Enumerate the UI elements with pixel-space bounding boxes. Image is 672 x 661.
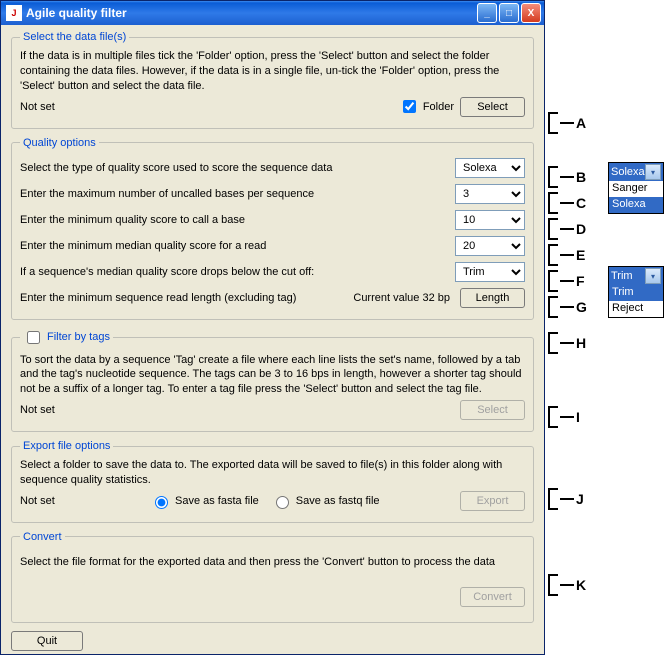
window-title: Agile quality filter <box>26 6 475 20</box>
minimize-button[interactable]: _ <box>477 3 497 23</box>
folder-checkbox[interactable] <box>403 100 416 113</box>
quality-type-label: Select the type of quality score used to… <box>20 162 455 174</box>
annotation-K: K <box>548 574 586 596</box>
length-label: Enter the minimum sequence read length (… <box>20 292 353 304</box>
median-label: Enter the minimum median quality score f… <box>20 240 455 252</box>
median-select[interactable]: 20 <box>455 236 525 256</box>
filter-tags-group: Filter by tags To sort the data by a seq… <box>11 328 534 433</box>
convert-button: Convert <box>460 587 525 607</box>
select-data-legend: Select the data file(s) <box>20 31 129 43</box>
minq-select[interactable]: 10 <box>455 210 525 230</box>
titlebar: J Agile quality filter _ □ X <box>1 1 544 25</box>
annotation-D: D <box>548 218 586 240</box>
popup-cutoff-option-reject[interactable]: Reject <box>609 301 663 317</box>
annotation-G: G <box>548 296 587 318</box>
folder-checkbox-label[interactable]: Folder <box>399 97 454 116</box>
export-group: Export file options Select a folder to s… <box>11 440 534 523</box>
radio-fastq[interactable] <box>276 496 289 509</box>
select-data-group: Select the data file(s) If the data is i… <box>11 31 534 129</box>
filter-tags-desc: To sort the data by a sequence 'Tag' cre… <box>20 353 525 398</box>
popup-type-option-sanger[interactable]: Sanger <box>609 181 663 197</box>
filter-tags-status: Not set <box>20 404 460 416</box>
quality-options-legend: Quality options <box>20 137 99 149</box>
radio-fasta[interactable] <box>155 496 168 509</box>
popup-cutoff-option-trim[interactable]: Trim <box>609 285 663 301</box>
annotation-H: H <box>548 332 586 354</box>
quit-button[interactable]: Quit <box>11 631 83 651</box>
convert-legend: Convert <box>20 531 65 543</box>
quality-options-group: Quality options Select the type of quali… <box>11 137 534 320</box>
annotation-C: C <box>548 192 586 214</box>
popup-type-selected[interactable]: Solexa▾ <box>609 163 663 181</box>
export-button: Export <box>460 491 525 511</box>
select-data-desc: If the data is in multiple files tick th… <box>20 49 525 94</box>
filter-tags-legend: Filter by tags <box>20 328 113 347</box>
export-status: Not set <box>20 495 150 507</box>
quality-type-select[interactable]: Solexa <box>455 158 525 178</box>
maximize-button[interactable]: □ <box>499 3 519 23</box>
annotation-E: E <box>548 244 585 266</box>
radio-fastq-label[interactable]: Save as fastq file <box>271 493 380 509</box>
select-data-status: Not set <box>20 101 399 113</box>
length-button[interactable]: Length <box>460 288 525 308</box>
app-window: J Agile quality filter _ □ X Select the … <box>0 0 545 655</box>
filter-tags-select-button: Select <box>460 400 525 420</box>
uncalled-select[interactable]: 3 <box>455 184 525 204</box>
cutoff-label: If a sequence's median quality score dro… <box>20 266 455 278</box>
convert-group: Convert Select the file format for the e… <box>11 531 534 623</box>
annotation-J: J <box>548 488 584 510</box>
uncalled-label: Enter the maximum number of uncalled bas… <box>20 188 455 200</box>
length-current: Current value 32 bp <box>353 292 450 304</box>
filter-tags-checkbox-label[interactable]: Filter by tags <box>23 328 110 347</box>
minq-label: Enter the minimum quality score to call … <box>20 214 455 226</box>
annotation-F: F <box>548 270 585 292</box>
filter-tags-checkbox[interactable] <box>27 331 40 344</box>
chevron-down-icon: ▾ <box>645 268 661 284</box>
radio-fasta-label[interactable]: Save as fasta file <box>150 493 259 509</box>
popup-type-option-solexa[interactable]: Solexa <box>609 197 663 213</box>
popup-cutoff-selected[interactable]: Trim▾ <box>609 267 663 285</box>
quality-type-dropdown-popup: Solexa▾ Sanger Solexa <box>608 162 664 214</box>
cutoff-select[interactable]: Trim <box>455 262 525 282</box>
close-button[interactable]: X <box>521 3 541 23</box>
annotation-I: I <box>548 406 580 428</box>
select-data-button[interactable]: Select <box>460 97 525 117</box>
chevron-down-icon: ▾ <box>645 164 661 180</box>
app-icon: J <box>6 5 22 21</box>
annotation-A: A <box>548 112 586 134</box>
annotation-B: B <box>548 166 586 188</box>
convert-desc: Select the file format for the exported … <box>20 555 525 570</box>
export-legend: Export file options <box>20 440 113 452</box>
export-desc: Select a folder to save the data to. The… <box>20 458 525 488</box>
cutoff-dropdown-popup: Trim▾ Trim Reject <box>608 266 664 318</box>
